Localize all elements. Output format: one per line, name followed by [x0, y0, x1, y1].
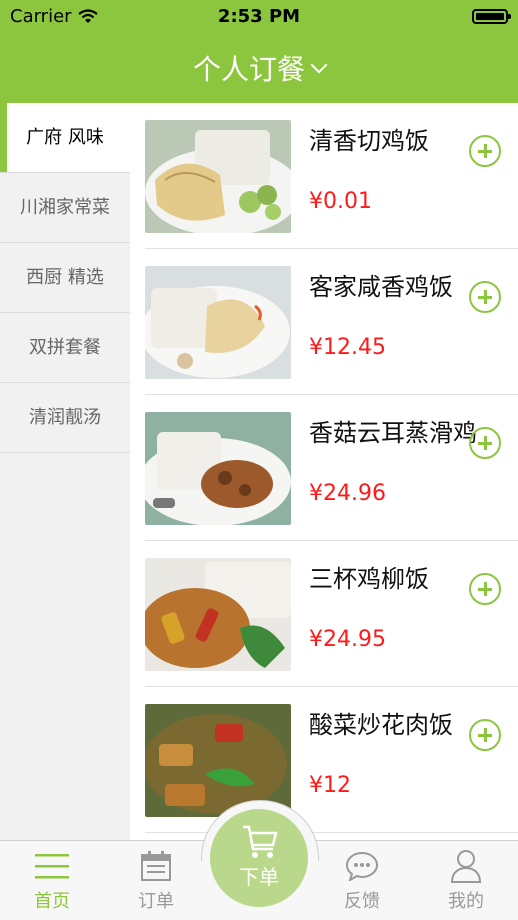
home-icon [35, 854, 69, 879]
dish-name: 客家咸香鸡饭 [309, 273, 453, 301]
dish-item[interactable]: 清香切鸡饭 ¥0.01 [145, 103, 518, 249]
battery-icon [472, 9, 511, 24]
chat-icon [345, 851, 379, 881]
cart-icon [243, 825, 278, 858]
add-to-cart-button[interactable] [469, 573, 501, 605]
tab-label: 反馈 [344, 891, 380, 912]
add-to-cart-button[interactable] [469, 281, 501, 313]
place-order-label: 下单 [239, 865, 279, 889]
dish-item[interactable]: 香菇云耳蒸滑鸡 ¥24.96 [145, 395, 518, 541]
status-bar: Carrier 2:53 PM [0, 0, 518, 34]
dish-name: 清香切鸡饭 [309, 127, 429, 155]
category-label: 清润靓汤 [29, 406, 101, 428]
category-item[interactable]: 川湘家常菜 [0, 173, 130, 243]
dish-price: ¥24.96 [309, 481, 386, 506]
category-label: 西厨 精选 [26, 266, 104, 288]
dish-name: 酸菜炒花肉饭 [309, 711, 453, 739]
category-item[interactable]: 双拼套餐 [0, 313, 130, 383]
nav-title-dropdown[interactable]: 个人订餐 [0, 48, 518, 88]
dish-item[interactable]: 酸菜炒花肉饭 ¥12 [145, 687, 518, 833]
category-sidebar: 广府 风味 川湘家常菜 西厨 精选 双拼套餐 清润靓汤 [0, 103, 130, 840]
tab-feedback[interactable]: 反馈 [310, 847, 414, 913]
dish-item[interactable]: 三杯鸡柳饭 ¥24.95 [145, 541, 518, 687]
add-to-cart-button[interactable] [469, 719, 501, 751]
status-time: 2:53 PM [217, 6, 301, 27]
category-label: 双拼套餐 [29, 336, 101, 358]
dish-list: 清香切鸡饭 ¥0.01 客家咸香鸡饭 ¥12.45 香菇云耳蒸滑鸡 ¥24.96… [130, 103, 518, 840]
tab-label: 我的 [448, 891, 484, 912]
user-icon [450, 850, 482, 883]
dish-price: ¥24.95 [309, 627, 386, 652]
dish-price: ¥12 [309, 773, 351, 798]
category-item[interactable]: 广府 风味 [0, 103, 130, 173]
dish-price: ¥0.01 [309, 189, 372, 214]
add-to-cart-button[interactable] [469, 427, 501, 459]
calendar-icon [141, 851, 171, 881]
dish-price: ¥12.45 [309, 335, 386, 360]
dish-photo [145, 120, 291, 233]
place-order-button[interactable]: 下单 [210, 809, 308, 907]
dish-photo [145, 558, 291, 671]
tab-profile[interactable]: 我的 [414, 847, 518, 913]
tab-label: 首页 [34, 891, 70, 912]
tab-home[interactable]: 首页 [0, 847, 104, 913]
category-item[interactable]: 清润靓汤 [0, 383, 130, 453]
category-item[interactable]: 西厨 精选 [0, 243, 130, 313]
add-to-cart-button[interactable] [469, 135, 501, 167]
chevron-down-icon [310, 56, 328, 74]
dish-photo [145, 266, 291, 379]
dish-name: 香菇云耳蒸滑鸡 [309, 419, 477, 447]
dish-photo [145, 412, 291, 525]
app-header: Carrier 2:53 PM 个人订餐 [0, 0, 518, 103]
category-label: 川湘家常菜 [20, 196, 110, 218]
dish-item[interactable]: 客家咸香鸡饭 ¥12.45 [145, 249, 518, 395]
page-title: 个人订餐 [192, 53, 305, 86]
tab-label: 订单 [138, 891, 174, 912]
tab-orders[interactable]: 订单 [104, 847, 208, 913]
category-label: 广府 风味 [26, 126, 104, 148]
dish-name: 三杯鸡柳饭 [309, 565, 429, 593]
